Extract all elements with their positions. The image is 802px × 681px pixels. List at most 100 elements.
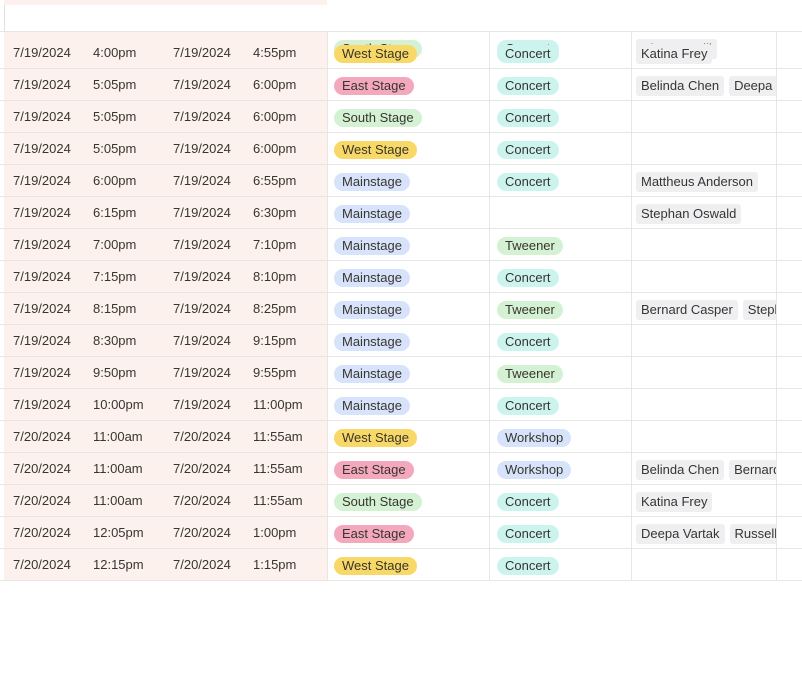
table-row[interactable]: 7/19/2024 7:15pm 7/19/2024 8:10pm Mainstage C… [0,261,802,293]
type-cell[interactable]: Concert [489,165,631,196]
end-date-cell[interactable]: 7/20/2024 [173,485,231,516]
type-cell[interactable]: Tweener [489,229,631,260]
start-time-cell[interactable]: 11:00am [93,421,143,452]
start-date-cell[interactable]: 7/19/2024 [13,165,71,196]
start-date-cell[interactable]: 7/19/2024 [13,293,71,324]
stage-cell[interactable]: South Stage [327,485,489,516]
stage-cell[interactable]: Mainstage [327,229,489,260]
end-date-cell[interactable]: 7/19/2024 [173,37,231,68]
end-time-cell[interactable]: 6:55pm [253,165,296,196]
table-row[interactable]: 7/19/2024 8:30pm 7/19/2024 9:15pm Mainstage C… [0,325,802,357]
people-cell[interactable]: Katina Frey [631,485,776,516]
stage-cell[interactable]: West Stage [327,133,489,164]
stage-cell[interactable]: Mainstage [327,357,489,388]
start-date-cell[interactable]: 7/19/2024 [13,229,71,260]
end-time-cell[interactable]: 9:15pm [253,325,296,356]
start-date-cell[interactable]: 7/20/2024 [13,453,71,484]
type-cell[interactable]: Concert [489,325,631,356]
stage-cell[interactable]: East Stage [327,517,489,548]
start-time-cell[interactable]: 7:15pm [93,261,136,292]
start-date-cell[interactable]: 7/19/2024 [13,325,71,356]
next-column-cell[interactable] [776,229,802,260]
start-time-cell[interactable]: 8:15pm [93,293,136,324]
start-date-cell[interactable]: 7/20/2024 [13,549,71,580]
start-date-cell[interactable]: 7/19/2024 [13,101,71,132]
stage-cell[interactable]: Mainstage [327,389,489,420]
end-date-cell[interactable]: 7/19/2024 [173,101,231,132]
end-time-cell[interactable]: 4:55pm [253,37,296,68]
table-row[interactable]: 7/19/2024 5:05pm 7/19/2024 6:00pm West Stage… [0,133,802,165]
start-date-cell[interactable]: 7/19/2024 [13,357,71,388]
stage-cell[interactable]: East Stage [327,69,489,100]
type-cell[interactable]: Concert [489,389,631,420]
people-cell[interactable] [631,549,776,580]
stage-cell[interactable]: Mainstage [327,197,489,228]
type-cell[interactable]: Concert [489,37,631,68]
start-time-cell[interactable]: 5:05pm [93,69,136,100]
next-column-cell[interactable] [776,261,802,292]
table-row[interactable]: 7/20/2024 11:00am 7/20/2024 11:55am South St… [0,485,802,517]
table-row[interactable]: 7/19/2024 5:05pm 7/19/2024 6:00pm South Stag… [0,101,802,133]
start-time-cell[interactable]: 10:00pm [93,389,144,420]
next-column-cell[interactable] [776,293,802,324]
people-cell[interactable]: Bernard CasperStepha [631,293,776,324]
end-time-cell[interactable]: 8:10pm [253,261,296,292]
next-column-cell[interactable] [776,101,802,132]
end-time-cell[interactable]: 1:00pm [253,517,296,548]
next-column-cell[interactable] [776,325,802,356]
end-time-cell[interactable]: 1:15pm [253,549,296,580]
type-cell[interactable]: Concert [489,261,631,292]
end-date-cell[interactable]: 7/19/2024 [173,165,231,196]
end-date-cell[interactable]: 7/19/2024 [173,325,231,356]
next-column-cell[interactable] [776,37,802,68]
end-time-cell[interactable]: 6:00pm [253,69,296,100]
next-column-cell[interactable] [776,69,802,100]
stage-cell[interactable]: Mainstage [327,165,489,196]
start-time-cell[interactable]: 12:05pm [93,517,144,548]
people-cell[interactable]: Mattheus Anderson [631,165,776,196]
start-date-cell[interactable]: 7/19/2024 [13,261,71,292]
table-row[interactable]: 7/19/2024 7:00pm 7/19/2024 7:10pm Mainstage T… [0,229,802,261]
type-cell[interactable]: Concert [489,133,631,164]
type-cell[interactable]: Concert [489,517,631,548]
people-cell[interactable] [631,101,776,132]
end-time-cell[interactable]: 11:00pm [253,389,303,420]
people-cell[interactable] [631,421,776,452]
start-time-cell[interactable]: 12:15pm [93,549,144,580]
table-row[interactable]: 7/19/2024 6:15pm 7/19/2024 6:30pm Mainstage S… [0,197,802,229]
start-time-cell[interactable]: 11:00am [93,453,143,484]
type-cell[interactable]: Concert [489,69,631,100]
next-column-cell[interactable] [776,485,802,516]
next-column-cell[interactable] [776,517,802,548]
start-time-cell[interactable]: 5:05pm [93,133,136,164]
start-time-cell[interactable]: 6:00pm [93,165,136,196]
end-time-cell[interactable]: 11:55am [253,421,303,452]
start-date-cell[interactable]: 7/20/2024 [13,421,71,452]
people-cell[interactable]: Stephan Oswald [631,197,776,228]
table-row[interactable]: 7/19/2024 10:00pm 7/19/2024 11:00pm Mainstag… [0,389,802,421]
people-cell[interactable]: Deepa VartakRussell K [631,517,776,548]
end-date-cell[interactable]: 7/20/2024 [173,453,231,484]
people-cell[interactable]: Belinda ChenDeepa V [631,69,776,100]
next-column-cell[interactable] [776,165,802,196]
stage-cell[interactable]: West Stage [327,37,489,68]
table-row[interactable]: 7/19/2024 5:05pm 7/19/2024 6:00pm East Stage… [0,69,802,101]
next-column-cell[interactable] [776,453,802,484]
end-date-cell[interactable]: 7/19/2024 [173,197,231,228]
end-date-cell[interactable]: 7/19/2024 [173,69,231,100]
end-time-cell[interactable]: 11:55am [253,485,303,516]
stage-cell[interactable]: Mainstage [327,325,489,356]
end-date-cell[interactable]: 7/19/2024 [173,229,231,260]
start-time-cell[interactable]: 5:05pm [93,101,136,132]
people-cell[interactable] [631,229,776,260]
table-row[interactable]: 7/20/2024 11:00am 7/20/2024 11:55am West Sta… [0,421,802,453]
people-cell[interactable]: Katina Frey [631,37,776,68]
start-time-cell[interactable]: 6:15pm [93,197,136,228]
start-time-cell[interactable]: 7:00pm [93,229,136,260]
table-row[interactable]: 7/20/2024 12:05pm 7/20/2024 1:00pm East Stag… [0,517,802,549]
table-row[interactable]: 7/19/2024 6:00pm 7/19/2024 6:55pm Mainstage C… [0,165,802,197]
type-cell[interactable]: Concert [489,485,631,516]
start-date-cell[interactable]: 7/20/2024 [13,517,71,548]
table-row[interactable]: 7/20/2024 12:15pm 7/20/2024 1:15pm West Stag… [0,549,802,581]
type-cell[interactable]: Workshop [489,453,631,484]
